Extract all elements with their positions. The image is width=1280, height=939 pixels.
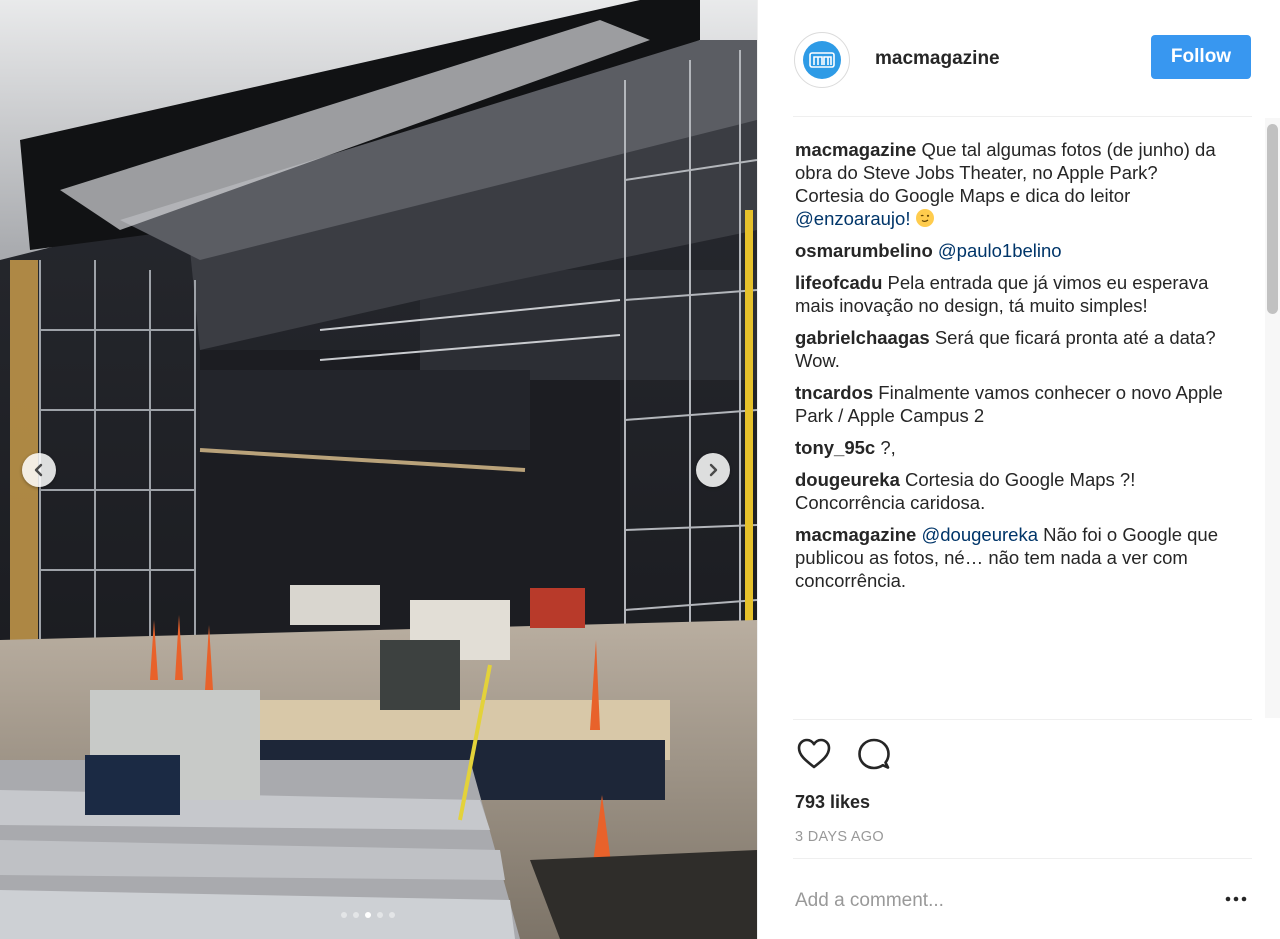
macmagazine-logo — [803, 41, 841, 79]
carousel-dot — [377, 912, 383, 918]
account-username[interactable]: macmagazine — [875, 48, 1000, 70]
comment-username[interactable]: gabrielchaagas — [795, 327, 930, 348]
post-photo[interactable] — [0, 0, 757, 939]
carousel-dot — [389, 912, 395, 918]
divider — [793, 116, 1252, 117]
comment-mention[interactable]: @paulo1belino — [938, 240, 1062, 261]
add-comment-input[interactable] — [795, 890, 1195, 912]
post-header: macmagazine Follow — [758, 0, 1280, 116]
carousel-indicator — [341, 912, 395, 918]
comment-item: gabrielchaagas Será que ficará pronta at… — [795, 326, 1225, 372]
chevron-left-icon — [34, 463, 43, 477]
more-options-icon[interactable] — [1224, 894, 1248, 904]
comment-username[interactable]: dougeureka — [795, 469, 900, 490]
comment-mention[interactable]: @dougeureka — [921, 524, 1038, 545]
post-actions — [795, 735, 893, 773]
post-timestamp: 3 DAYS AGO — [795, 829, 884, 845]
post-sidebar: macmagazine Follow macmagazine Que tal a… — [757, 0, 1280, 939]
chevron-right-icon — [709, 463, 718, 477]
follow-button[interactable]: Follow — [1151, 35, 1251, 79]
avatar[interactable] — [794, 32, 850, 88]
comment-text: ?, — [880, 437, 896, 458]
comment-item: tony_95c ?, — [795, 436, 1225, 459]
carousel-dot — [341, 912, 347, 918]
comment-item: lifeofcadu Pela entrada que já vimos eu … — [795, 271, 1225, 317]
comment-username[interactable]: tony_95c — [795, 437, 875, 458]
divider — [793, 719, 1252, 720]
carousel-dot — [353, 912, 359, 918]
comment-mention[interactable]: @enzoaraujo! — [795, 208, 910, 229]
comment-item: osmarumbelino @paulo1belino — [795, 239, 1225, 262]
previous-photo-button[interactable] — [22, 453, 56, 487]
comment-item: macmagazine @dougeureka Não foi o Google… — [795, 523, 1225, 592]
wink-emoji-icon — [915, 209, 934, 227]
next-photo-button[interactable] — [696, 453, 730, 487]
comment-username[interactable]: macmagazine — [795, 524, 916, 545]
comment-username[interactable]: macmagazine — [795, 139, 916, 160]
divider — [793, 858, 1252, 859]
instagram-post: macmagazine Follow macmagazine Que tal a… — [0, 0, 1280, 939]
comment-item: macmagazine Que tal algumas fotos (de ju… — [795, 138, 1225, 230]
construction-theater-photo — [0, 0, 757, 939]
comments-scrollbar-thumb[interactable] — [1267, 124, 1278, 314]
comment-item: dougeureka Cortesia do Google Maps ?! Co… — [795, 468, 1225, 514]
likes-count[interactable]: 793 likes — [795, 792, 870, 813]
comment-item: tncardos Finalmente vamos conhecer o nov… — [795, 381, 1225, 427]
comment-username[interactable]: osmarumbelino — [795, 240, 933, 261]
comment-username[interactable]: lifeofcadu — [795, 272, 882, 293]
comment-username[interactable]: tncardos — [795, 382, 873, 403]
heart-icon[interactable] — [795, 735, 833, 773]
comment-bubble-icon[interactable] — [855, 735, 893, 773]
carousel-dot — [365, 912, 371, 918]
comments-list: macmagazine Que tal algumas fotos (de ju… — [795, 138, 1225, 718]
